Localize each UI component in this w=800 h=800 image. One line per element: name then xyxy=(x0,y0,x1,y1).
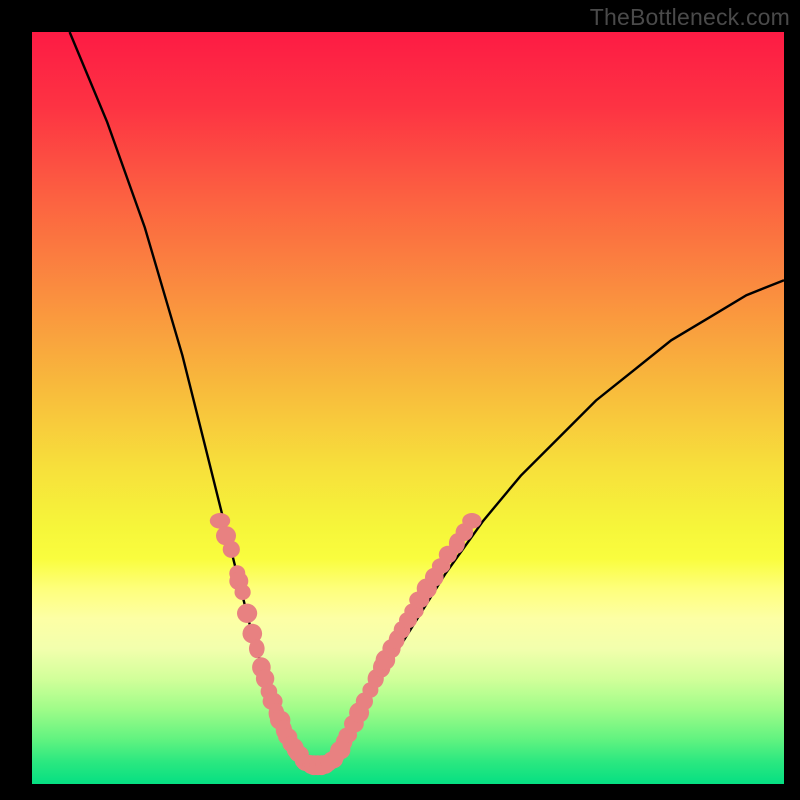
bottleneck-chart xyxy=(0,0,800,800)
sample-dot xyxy=(462,513,481,529)
plot-background xyxy=(32,32,784,784)
sample-dot xyxy=(210,513,230,529)
sample-dot xyxy=(223,541,240,558)
sample-dot xyxy=(235,584,251,600)
watermark-label: TheBottleneck.com xyxy=(590,4,790,31)
chart-frame: TheBottleneck.com xyxy=(0,0,800,800)
sample-dot xyxy=(249,639,265,658)
sample-dot xyxy=(237,604,257,623)
